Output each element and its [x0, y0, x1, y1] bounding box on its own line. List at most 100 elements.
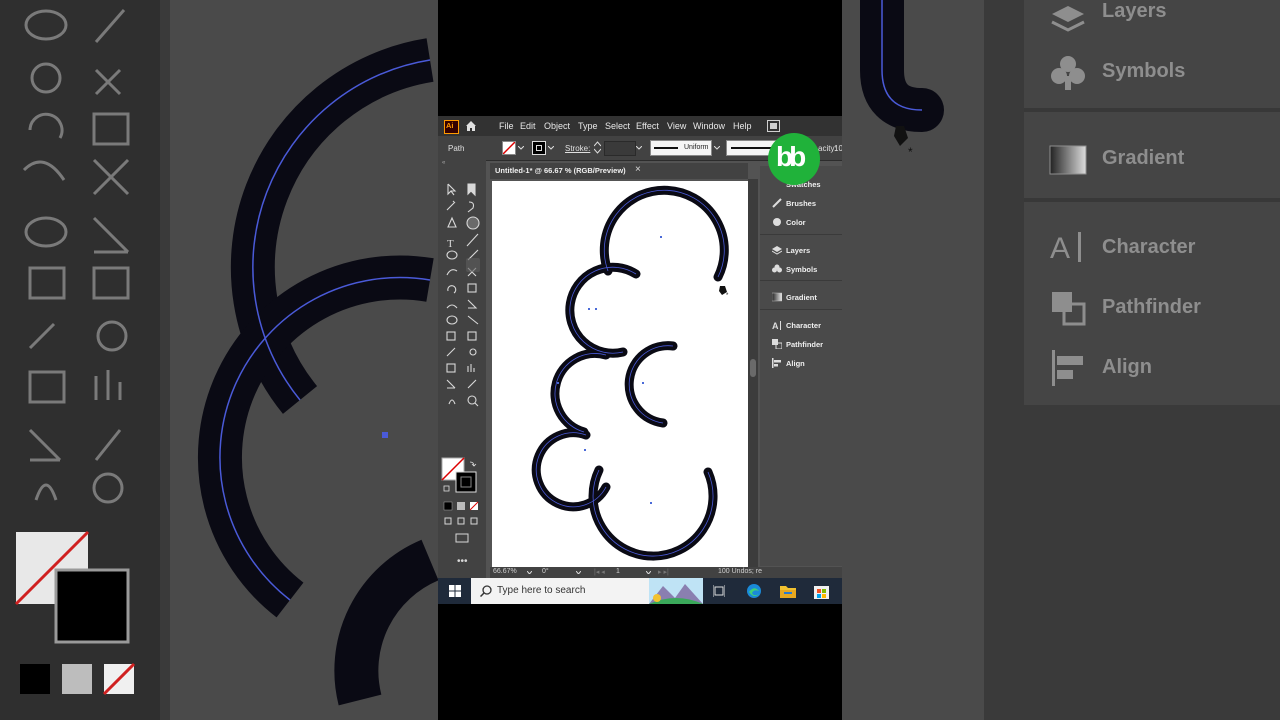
app-logo-text: Ai — [446, 121, 454, 130]
no-fill-icon — [503, 142, 515, 154]
panel-separator — [760, 309, 842, 310]
file-explorer-icon[interactable] — [780, 584, 796, 598]
bg-scroll-strip — [984, 0, 1024, 720]
panel-symbols[interactable]: Symbols — [772, 264, 818, 274]
stroke-swatch[interactable] — [532, 141, 546, 155]
channel-logo-text: bb — [776, 141, 806, 172]
align-icon — [772, 358, 781, 368]
undo-status: 100 Undos; re — [718, 568, 762, 575]
stroke-label: Stroke: — [565, 144, 591, 153]
store-icon[interactable] — [814, 583, 829, 599]
close-tab-icon[interactable]: × — [635, 164, 641, 175]
menu-type[interactable]: Type — [578, 121, 598, 131]
symbols-icon — [772, 264, 782, 273]
panel-gradient-label: Gradient — [786, 293, 817, 302]
canvas-area[interactable]: * — [490, 179, 748, 569]
search-highlight-illustration — [649, 578, 703, 604]
vertical-scrollbar[interactable] — [748, 179, 758, 567]
scroll-thumb[interactable] — [750, 359, 756, 377]
panel-layers[interactable]: Layers — [772, 246, 811, 255]
zoom-level[interactable]: 66.67% — [493, 568, 517, 575]
edge-browser-icon[interactable] — [746, 583, 762, 599]
menu-help[interactable]: Help — [733, 121, 752, 131]
chevron-down-icon[interactable] — [636, 146, 642, 150]
panel-separator — [760, 234, 842, 235]
windows-taskbar: Type here to search — [438, 578, 842, 604]
home-icon[interactable] — [465, 120, 477, 132]
chevron-down-icon[interactable] — [646, 571, 651, 574]
svg-text:A: A — [1050, 232, 1070, 265]
task-view-icon[interactable] — [713, 585, 725, 597]
artboard-number[interactable]: 1 — [616, 568, 620, 575]
bg-pathfinder-icon — [1048, 288, 1088, 328]
status-bar: 66.67% 0° |◂ ◂ 1 ▸ ▸| 100 Undos; re — [490, 567, 842, 578]
arc-upper-left — [565, 262, 641, 358]
svg-text:*: * — [726, 293, 729, 299]
bg-align-label: Align — [1102, 356, 1152, 378]
stroke-swatch-inner — [536, 145, 542, 151]
chevron-down-icon[interactable] — [518, 146, 524, 150]
bg-pen-cursor-icon: * — [894, 126, 913, 159]
stroke-weight-input[interactable] — [604, 141, 636, 156]
bg-symbols-label: Symbols — [1102, 60, 1186, 82]
chevron-down-icon[interactable] — [548, 146, 554, 150]
layers-icon — [772, 246, 782, 255]
panel-brushes[interactable]: Brushes — [772, 198, 817, 208]
menu-file[interactable]: File — [499, 121, 514, 131]
menu-edit[interactable]: Edit — [520, 121, 536, 131]
next-artboard-icon[interactable]: ▸ ▸| — [658, 568, 669, 576]
panel-align[interactable]: Align — [772, 358, 805, 368]
profile-line — [654, 147, 678, 149]
bg-layers-label: Layers — [1102, 0, 1167, 22]
panel-gradient[interactable]: Gradient — [772, 292, 817, 302]
bg-pathfinder-label: Pathfinder — [1102, 296, 1201, 318]
windows-start-icon[interactable] — [449, 585, 461, 597]
background-right-zoom: Layers Symbols Gradient A Character Path… — [842, 0, 1280, 720]
menu-select[interactable]: Select — [605, 121, 630, 131]
rotation-value[interactable]: 0° — [542, 568, 549, 575]
curvature-tool-highlight[interactable] — [466, 258, 480, 272]
panel-pathfinder[interactable]: Pathfinder — [772, 339, 824, 349]
panel-character[interactable]: A Character — [772, 321, 821, 330]
artboard[interactable]: * — [492, 181, 748, 567]
panel-layers-label: Layers — [786, 246, 811, 255]
panel-pathfinder-label: Pathfinder — [786, 340, 824, 349]
chevron-down-icon[interactable] — [527, 571, 532, 574]
panel-symbols-label: Symbols — [786, 265, 818, 274]
arc-middle-right — [624, 341, 678, 428]
pathfinder-icon — [772, 339, 782, 349]
color-icon — [773, 218, 781, 226]
stroke-stepper-icon[interactable] — [594, 141, 601, 154]
bg-panel-sep-2 — [1024, 198, 1280, 202]
menu-object[interactable]: Object — [544, 121, 570, 131]
gradient-icon — [772, 292, 782, 302]
chevron-down-icon[interactable] — [714, 146, 720, 150]
bg-gradient-icon — [1048, 140, 1088, 180]
panel-color[interactable]: Color — [773, 218, 806, 227]
right-panel-dock: Swatches Brushes Color Layers Symbols Gr… — [760, 166, 842, 566]
menu-view[interactable]: View — [667, 121, 686, 131]
chevron-down-icon[interactable] — [576, 571, 581, 574]
bg-gradient-label: Gradient — [1102, 147, 1185, 169]
bg-canvas-stroke — [860, 0, 944, 132]
document-tab[interactable]: Untitled-1* @ 66.67 % (RGB/Preview) × — [490, 163, 748, 179]
document-title: Untitled-1* @ 66.67 % (RGB/Preview) — [495, 166, 626, 175]
tools-panel: « T ••• — [438, 160, 486, 578]
variable-width-profile[interactable]: Uniform — [650, 140, 712, 156]
taskbar-search-box[interactable]: Type here to search — [471, 578, 703, 604]
channel-logo: bb — [768, 133, 820, 185]
arrange-documents-icon[interactable] — [767, 120, 780, 132]
bg-layers-icon — [1048, 0, 1088, 40]
svg-text:T: T — [447, 238, 454, 250]
panel-align-label: Align — [786, 359, 805, 368]
menu-window[interactable]: Window — [693, 121, 725, 131]
tool-icons: T ••• — [441, 183, 480, 567]
app-logo: Ai — [444, 120, 459, 134]
arc-middle-left — [550, 348, 611, 437]
artwork[interactable]: * — [492, 181, 748, 567]
fill-swatch[interactable] — [502, 141, 516, 155]
menu-effect[interactable]: Effect — [636, 121, 659, 131]
first-artboard-icon[interactable]: |◂ ◂ — [594, 568, 605, 576]
panel-brushes-label: Brushes — [786, 199, 817, 208]
opacity-value[interactable]: 10 — [834, 144, 842, 153]
